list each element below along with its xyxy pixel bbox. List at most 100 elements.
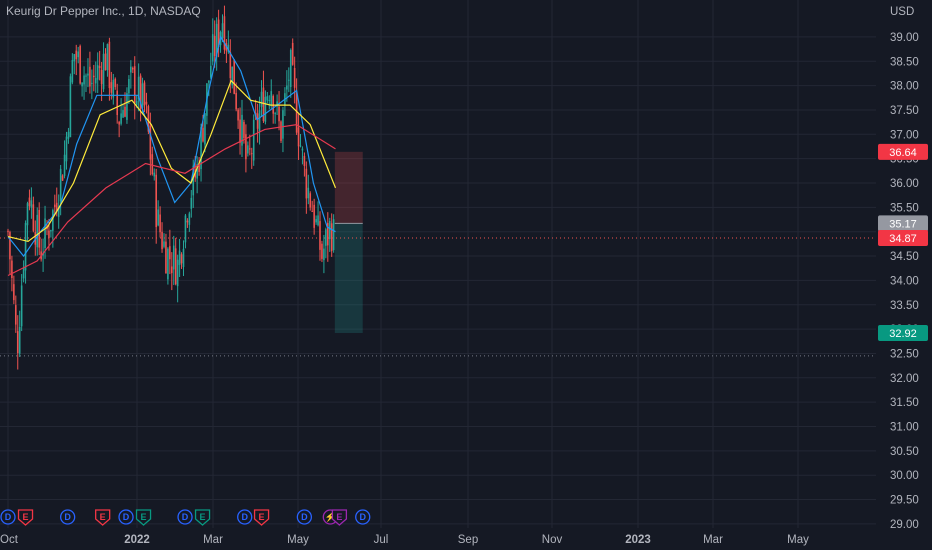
candle-body [233,59,235,94]
candle-body [307,187,310,199]
candle-body [124,106,126,117]
candle-body [102,53,105,90]
candle-body [28,197,31,207]
candle-body [157,209,159,226]
candle-body [313,204,315,228]
event-label: D [301,512,308,522]
candle-body [319,221,321,250]
candle-body [114,78,117,88]
price-tick-label: 29.50 [890,495,919,507]
candle-body [122,110,124,118]
candle-body [188,213,191,225]
time-tick-label: Mar [203,534,223,546]
candle-body [59,168,62,202]
candle-body [317,215,319,226]
candle-body [252,119,255,161]
candle-body [48,230,50,239]
candle-body [186,220,189,223]
candle-body [258,110,261,132]
candle-body [13,284,15,301]
candle-body [15,305,17,325]
candle-body [96,65,99,80]
candle-body [67,131,70,139]
price-tick-label: 38.00 [890,81,919,93]
candle-body [141,83,144,108]
candle-body [278,106,280,122]
candle-body [161,231,163,250]
candle-body [149,125,152,160]
candle-body [202,127,204,142]
candle-body [143,82,146,106]
candle-body [280,121,282,141]
candle-body [266,96,269,101]
event-label: E [23,512,29,522]
candle-body [87,73,89,76]
event-marker-dividend[interactable]: D [296,509,313,525]
price-badge-label: 34.87 [889,233,917,245]
candle-body [61,175,64,181]
candle-body [106,44,109,71]
candle-body [159,214,161,233]
candle-body [309,193,312,208]
event-marker-dividend[interactable]: D [177,509,193,525]
candle-body [77,51,79,58]
candle-body [85,75,87,77]
candle-body [204,113,206,145]
candle-body [38,209,40,248]
candle-body [132,67,134,70]
candle-body [167,248,169,280]
candle-body [325,229,327,246]
position-zone [334,151,363,224]
candle-body [268,99,271,101]
candle-body [210,65,212,78]
price-tick-label: 37.00 [890,129,919,141]
candle-body [120,113,122,124]
candle-body [89,66,91,87]
position-zones [334,151,363,333]
candle-body [274,113,276,115]
candle-body [286,85,288,90]
candle-body [75,50,78,60]
candle-body [171,266,173,274]
event-label: D [123,512,130,522]
candle-body [221,23,224,39]
time-tick-label: 2023 [625,534,651,546]
price-tick-label: 34.50 [890,251,919,263]
candle-body [26,203,29,226]
candle-body [128,79,130,94]
event-label: D [5,512,12,522]
candle-body [20,285,23,327]
candlestick-chart[interactable]: D E D E D E D E D E D ⚡ E D USD 39.0038.5038.0037.503… [0,0,932,550]
price-tick-label: 29.00 [890,519,919,531]
price-tick-label: 30.50 [890,446,919,458]
candle-body [250,153,253,155]
event-marker-dividend[interactable]: D [60,509,76,525]
price-tick-label: 30.00 [890,470,919,482]
candle-body [163,241,165,247]
candle-body [116,90,118,115]
candle-body [289,50,292,87]
event-marker-dividend[interactable]: D [0,509,16,525]
candle-body [32,204,35,231]
candle-body [153,172,156,177]
candle-body [182,248,185,267]
price-tick-label: 39.00 [890,32,919,44]
candle-body [256,113,259,129]
candle-body [178,250,181,265]
candle-body [260,91,263,107]
event-marker-dividend[interactable]: D [355,509,371,525]
candle-body [270,91,273,106]
price-badge-label: 35.17 [889,218,917,230]
candle-body [180,254,183,264]
candle-body [135,100,138,106]
event-label: E [200,512,206,522]
candle-body [169,246,171,260]
event-label: D [241,512,248,522]
candle-body [110,82,113,93]
candle-body [69,76,72,138]
candle-body [81,82,83,87]
event-marker-dividend[interactable]: D [118,509,134,525]
event-label: E [100,512,106,522]
event-marker-dividend[interactable]: D [237,509,253,525]
candle-body [213,35,216,56]
